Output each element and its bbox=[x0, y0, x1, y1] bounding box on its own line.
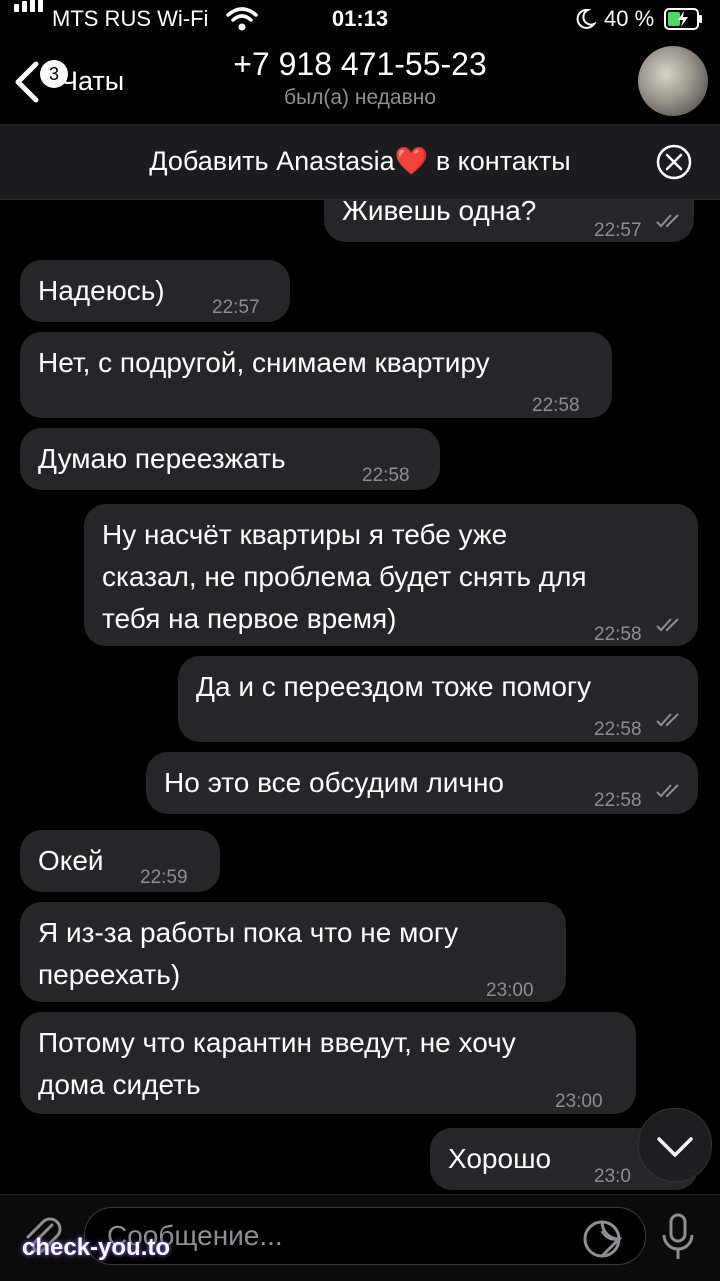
status-bar: MTS RUS Wi-Fi 01:13 40 % bbox=[0, 0, 720, 40]
message-time: 22:57 bbox=[212, 297, 260, 318]
add-contact-bar: Добавить Anastasia❤️ в контакты bbox=[0, 125, 720, 200]
message-time: 22:57 bbox=[594, 220, 642, 241]
battery-percent: 40 % bbox=[604, 6, 655, 31]
message-line: тебя на первое время) bbox=[102, 603, 397, 634]
sticker-icon[interactable] bbox=[582, 1219, 622, 1259]
message-outgoing[interactable]: Ну насчёт квартиры я тебе уже сказал, не… bbox=[84, 504, 698, 646]
message-time: 23:00 bbox=[486, 980, 534, 1001]
message-text: Но это все обсудим лично bbox=[164, 767, 504, 798]
moon-icon bbox=[576, 8, 596, 29]
read-ticks-icon bbox=[656, 618, 679, 632]
message-outgoing[interactable]: Живешь одна? 22:57 bbox=[324, 200, 694, 242]
message-incoming[interactable]: Окей 22:59 bbox=[20, 830, 220, 892]
message-incoming[interactable]: Нет, с подругой, снимаем квартиру 22:58 bbox=[20, 332, 612, 418]
message-time: 22:58 bbox=[594, 624, 642, 645]
message-text: Живешь одна? bbox=[342, 200, 537, 226]
message-text: Нет, с подругой, снимаем квартиру bbox=[38, 347, 490, 378]
message-incoming[interactable]: Потому что карантин введут, не хочу дома… bbox=[20, 1012, 636, 1114]
chevron-down-icon bbox=[657, 1137, 693, 1157]
read-ticks-icon bbox=[656, 784, 679, 798]
message-time: 22:58 bbox=[594, 719, 642, 740]
message-text: Окей bbox=[38, 845, 104, 876]
message-incoming[interactable]: Надеюсь) 22:57 bbox=[20, 260, 290, 322]
message-outgoing[interactable]: Да и с переездом тоже помогу 22:58 bbox=[178, 656, 698, 742]
message-text: Я из-за работы пока что не могу переехат… bbox=[38, 912, 458, 996]
message-incoming[interactable]: Я из-за работы пока что не могу переехат… bbox=[20, 902, 566, 1002]
message-incoming[interactable]: Думаю переезжать 22:58 bbox=[20, 428, 440, 490]
message-line: Ну насчёт квартиры я тебе уже bbox=[102, 519, 508, 550]
watermark: check-you.to bbox=[22, 1234, 171, 1261]
add-contact-suffix: в контакты bbox=[428, 146, 571, 176]
heart-emoji: ❤️ bbox=[394, 146, 429, 176]
message-text: Думаю переезжать bbox=[38, 443, 286, 474]
microphone-icon[interactable] bbox=[660, 1213, 696, 1263]
message-text: Ну насчёт квартиры я тебе уже сказал, не… bbox=[102, 514, 587, 640]
add-contact-prefix: Добавить Anastasia bbox=[149, 146, 395, 176]
chat-title[interactable]: +7 918 471-55-23 bbox=[0, 46, 720, 83]
message-line: дома сидеть bbox=[38, 1069, 201, 1100]
message-line: Я из-за работы пока что не могу bbox=[38, 917, 459, 948]
message-text: Хорошо bbox=[448, 1143, 552, 1174]
message-line: переехать) bbox=[38, 959, 181, 990]
message-line: Потому что карантин введут, не хочу bbox=[38, 1027, 516, 1058]
message-outgoing[interactable]: Но это все обсудим лично 22:58 bbox=[146, 752, 698, 814]
read-ticks-icon bbox=[656, 214, 679, 228]
message-time: 23:0 bbox=[594, 1166, 631, 1187]
message-time: 22:59 bbox=[140, 867, 188, 888]
message-time: 23:00 bbox=[555, 1091, 603, 1112]
message-list[interactable]: Живешь одна? 22:57 Надеюсь) 22:57 Нет, с… bbox=[0, 200, 720, 1193]
last-seen-status: был(а) недавно bbox=[283, 86, 437, 109]
close-icon[interactable] bbox=[656, 144, 692, 180]
message-text: Надеюсь) bbox=[38, 275, 165, 306]
message-time: 22:58 bbox=[594, 790, 642, 811]
battery-icon bbox=[664, 8, 702, 30]
add-contact-button[interactable]: Добавить Anastasia❤️ в контакты bbox=[0, 145, 720, 177]
message-time: 22:58 bbox=[362, 465, 410, 486]
message-text: Потому что карантин введут, не хочу дома… bbox=[38, 1022, 516, 1106]
message-line: сказал, не проблема будет снять для bbox=[102, 561, 587, 592]
chat-header: Чаты 3 +7 918 471-55-23 был(а) недавно bbox=[0, 40, 720, 125]
avatar[interactable] bbox=[638, 46, 708, 116]
message-time: 22:58 bbox=[532, 395, 580, 416]
message-text: Да и с переездом тоже помогу bbox=[196, 671, 592, 702]
read-ticks-icon bbox=[656, 713, 679, 727]
scroll-down-button[interactable] bbox=[638, 1108, 712, 1182]
